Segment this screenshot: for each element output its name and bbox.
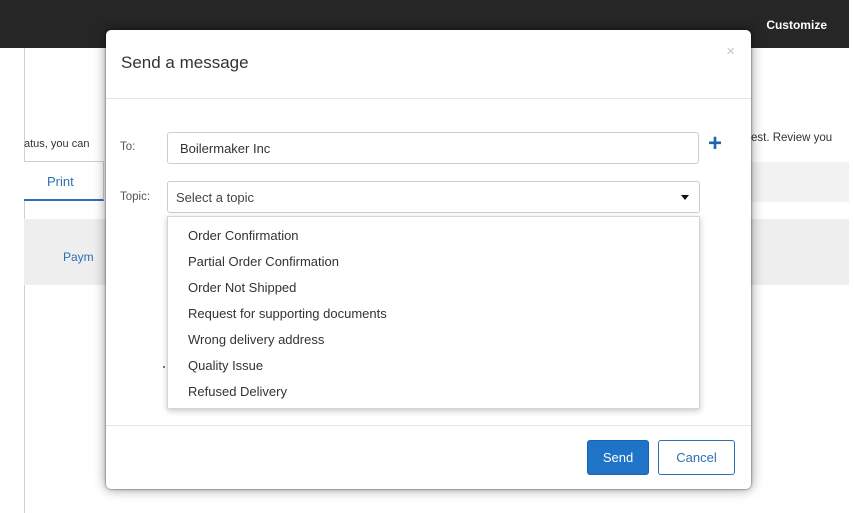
send-button[interactable]: Send	[587, 440, 649, 475]
background-band	[751, 162, 849, 202]
cancel-button[interactable]: Cancel	[658, 440, 735, 475]
dialog-header: Send a message ×	[106, 30, 751, 99]
topic-option-wrong-address[interactable]: Wrong delivery address	[188, 332, 324, 347]
background-status-text: atus, you can	[24, 138, 90, 150]
send-message-dialog: Send a message × To: + Topic: Select a t…	[106, 30, 751, 489]
tab-print-label: Print	[47, 174, 74, 189]
topic-label: Topic:	[120, 191, 151, 203]
dialog-footer-divider	[106, 425, 751, 426]
to-recipient-input[interactable]	[167, 132, 699, 164]
topic-option-refused-delivery[interactable]: Refused Delivery	[188, 384, 287, 399]
topic-select-value: Select a topic	[176, 190, 255, 205]
customize-link[interactable]: Customize	[766, 18, 827, 32]
background-review-text: est. Review you	[751, 132, 833, 144]
topic-select[interactable]: Select a topic	[167, 181, 700, 213]
to-label: To:	[120, 141, 136, 153]
topic-option-quality-issue[interactable]: Quality Issue	[188, 358, 263, 373]
caret-down-icon	[681, 195, 689, 200]
decorative-dot	[163, 366, 165, 368]
topic-option-request-documents[interactable]: Request for supporting documents	[188, 306, 387, 321]
add-recipient-icon[interactable]: +	[708, 130, 722, 158]
topic-option-order-confirmation[interactable]: Order Confirmation	[188, 228, 299, 243]
topic-option-order-not-shipped[interactable]: Order Not Shipped	[188, 280, 296, 295]
page-right-edge	[849, 0, 854, 513]
topic-option-partial-order-confirmation[interactable]: Partial Order Confirmation	[188, 254, 339, 269]
close-icon[interactable]: ×	[726, 43, 735, 60]
topic-dropdown-menu: Order Confirmation Partial Order Confirm…	[167, 216, 700, 409]
background-payment-label: Paym	[63, 250, 94, 264]
dialog-title: Send a message	[121, 53, 249, 72]
